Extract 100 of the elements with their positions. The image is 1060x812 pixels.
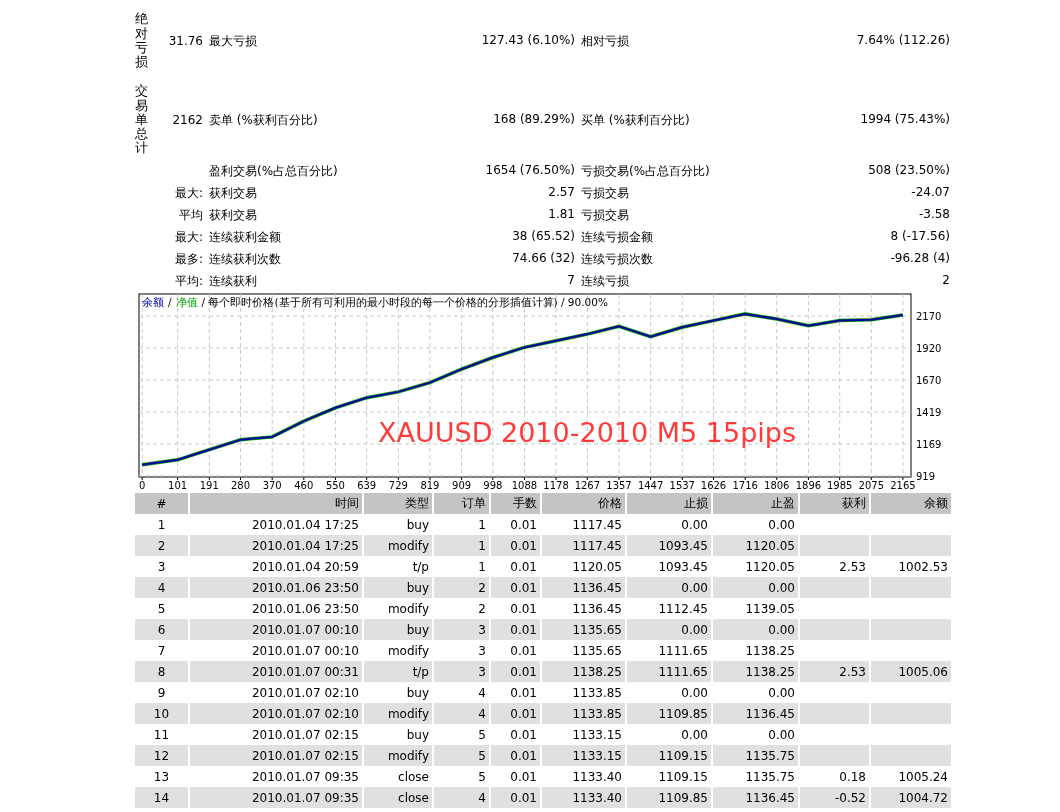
- stat-value: -96.28 (4): [890, 250, 950, 267]
- legend-separator: /: [168, 296, 172, 310]
- table-cell: 1136.45: [713, 787, 800, 808]
- axis-label: 280: [231, 480, 251, 490]
- axis-label: 1626: [700, 480, 727, 490]
- table-cell: 3: [434, 619, 491, 640]
- table-cell: 1135.65: [542, 619, 627, 640]
- table-cell: 2010.01.07 00:10: [190, 619, 364, 640]
- stat-lead: 31.76: [168, 34, 203, 48]
- stat-label: 买单 (%获利百分比): [581, 111, 690, 129]
- legend-item: 净值: [175, 296, 198, 310]
- column-header: 余额: [871, 493, 953, 514]
- stat-value: 74.66 (32): [512, 250, 575, 267]
- stat-value: 1.81: [548, 206, 575, 223]
- stat-label: 获利交易: [209, 206, 257, 224]
- table-cell: 2010.01.07 09:35: [190, 787, 364, 808]
- axis-label: 909: [452, 480, 472, 490]
- stat-label: 连续亏损金额: [581, 228, 653, 246]
- axis-label: 639: [357, 480, 377, 490]
- axis-label: 1670: [916, 374, 942, 386]
- table-cell: 1136.45: [542, 577, 627, 598]
- stat-value: 7.64% (112.26): [856, 32, 950, 49]
- stat-label: 连续获利金额: [209, 228, 281, 246]
- column-header: 类型: [364, 493, 434, 514]
- table-cell: 0.00: [713, 619, 800, 640]
- table-cell: 1138.25: [713, 661, 800, 682]
- table-cell: 0.01: [491, 661, 542, 682]
- table-cell: 1120.05: [713, 535, 800, 556]
- axis-label: 1357: [606, 480, 632, 490]
- axis-label: 1806: [764, 480, 790, 490]
- table-cell: 1133.15: [542, 745, 627, 766]
- table-cell: 4: [434, 703, 491, 724]
- legend-note: / 每个即时价格(基于所有可利用的最小时段的每一个价格的分形插值计算) / 90.00%: [201, 296, 608, 310]
- axis-label: 101: [168, 480, 188, 490]
- table-cell: 2: [135, 535, 190, 556]
- stat-lead: 最大:: [174, 229, 203, 244]
- stat-label: 连续亏损: [581, 272, 629, 290]
- stat-lead: 平均:: [174, 273, 203, 288]
- stat-value: 508 (23.50%): [868, 162, 950, 179]
- table-cell: 0.00: [627, 577, 713, 598]
- table-cell: 0.01: [491, 703, 542, 724]
- table-cell: 2010.01.06 23:50: [190, 577, 364, 598]
- table-cell: 0.01: [491, 787, 542, 808]
- table-cell: 1109.15: [627, 745, 713, 766]
- axis-label: 1920: [916, 343, 942, 354]
- axis-label: 550: [325, 480, 345, 490]
- axis-label: 370: [262, 480, 282, 490]
- stat-value: 1654 (76.50%): [485, 162, 575, 179]
- axis-label: 1267: [574, 480, 601, 490]
- stat-value: 2: [942, 272, 950, 289]
- axis-label: 1537: [669, 480, 695, 490]
- table-cell: 4: [434, 787, 491, 808]
- stat-label: 连续亏损次数: [581, 250, 653, 268]
- axis-label: 2075: [858, 480, 884, 490]
- table-cell: 1135.75: [713, 745, 800, 766]
- section-label: 交易单总计: [135, 84, 148, 156]
- table-cell: modify: [364, 745, 434, 766]
- table-cell: 3: [434, 661, 491, 682]
- table-cell: -0.52: [800, 787, 871, 808]
- stat-value: -3.58: [918, 206, 950, 223]
- axis-label: 1985: [826, 480, 853, 490]
- stat-lead: 平均: [179, 207, 203, 222]
- column-header: 获利: [800, 493, 871, 514]
- section-label: 绝对亏损: [135, 12, 148, 70]
- table-cell: 1136.45: [713, 703, 800, 724]
- table-cell: 1109.85: [627, 703, 713, 724]
- stat-label: 获利交易: [209, 184, 257, 202]
- chart-annotation: XAUUSD 2010-2010 M5 15pips: [378, 417, 796, 448]
- axis-label: 1178: [543, 480, 569, 490]
- column-header: 订单: [434, 493, 491, 514]
- table-cell: 2010.01.04 17:25: [190, 535, 364, 556]
- stat-value: 1994 (75.43%): [860, 111, 950, 128]
- table-cell: 5: [434, 745, 491, 766]
- stat-value: -24.07: [911, 184, 950, 201]
- stat-lead: 最大:: [174, 185, 203, 200]
- stat-label: 连续获利次数: [209, 250, 281, 268]
- table-cell: 0.01: [491, 745, 542, 766]
- table-cell: 2.53: [800, 661, 871, 682]
- axis-label: 2165: [890, 480, 916, 490]
- axis-label: 1419: [916, 407, 942, 418]
- table-cell: 0.01: [491, 535, 542, 556]
- axis-label: 460: [294, 480, 314, 490]
- column-header: 手数: [491, 493, 542, 514]
- table-cell: 12: [135, 745, 190, 766]
- stat-value: 8 (-17.56): [890, 228, 950, 245]
- axis-label: 1896: [795, 480, 822, 490]
- axis-label: 1447: [637, 480, 664, 490]
- stat-label: 卖单 (%获利百分比): [209, 111, 318, 129]
- table-cell: 0.01: [491, 577, 542, 598]
- stat-value: 38 (65.52): [512, 228, 575, 245]
- table-cell: 0.00: [713, 577, 800, 598]
- stat-label: 相对亏损: [581, 32, 629, 50]
- axis-label: 998: [483, 480, 503, 490]
- table-cell: 6: [135, 619, 190, 640]
- axis-label: 819: [420, 480, 440, 490]
- stat-label: 盈利交易(%占总百分比): [209, 162, 338, 180]
- table-cell: close: [364, 787, 434, 808]
- table-cell: 10: [135, 703, 190, 724]
- stat-label: 亏损交易(%占总百分比): [581, 162, 710, 180]
- axis-label: 2170: [916, 311, 942, 323]
